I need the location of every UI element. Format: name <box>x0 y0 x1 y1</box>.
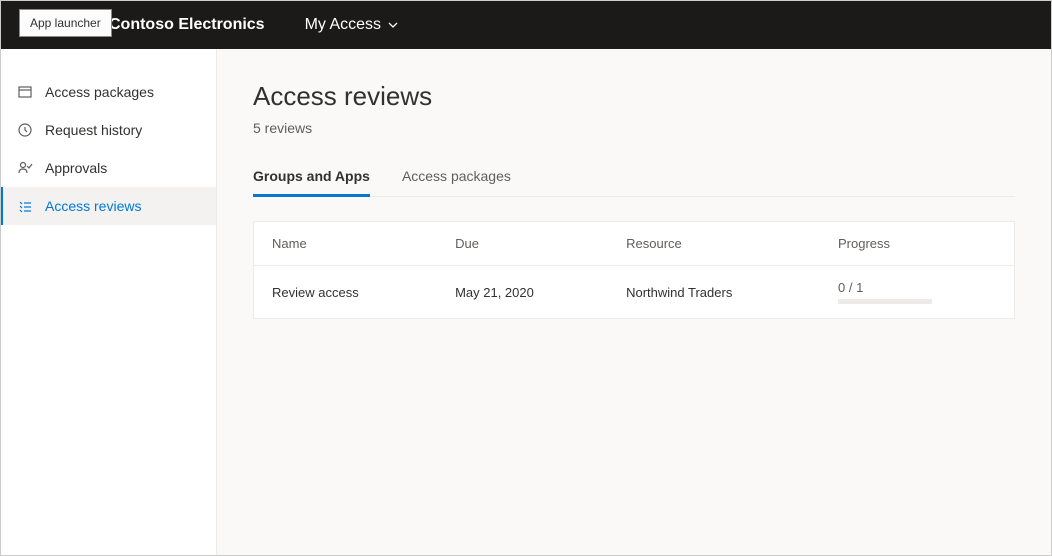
review-due: May 21, 2020 <box>437 266 608 319</box>
sidebar-item-access-reviews[interactable]: Access reviews <box>1 187 216 225</box>
col-resource[interactable]: Resource <box>608 222 820 266</box>
sidebar: Access packages Request history Approval… <box>1 49 217 555</box>
progress-bar <box>838 299 932 304</box>
app-launcher-tooltip: App launcher <box>19 9 112 37</box>
sidebar-item-approvals[interactable]: Approvals <box>1 149 216 187</box>
my-access-dropdown[interactable]: My Access <box>305 16 399 34</box>
review-resource: Northwind Traders <box>608 266 820 319</box>
page-title: Access reviews <box>253 81 1015 112</box>
history-icon <box>17 122 33 138</box>
reviews-table: Name Due Resource Progress Review access… <box>253 221 1015 319</box>
sidebar-item-request-history[interactable]: Request history <box>1 111 216 149</box>
col-name[interactable]: Name <box>254 222 438 266</box>
sidebar-item-access-packages[interactable]: Access packages <box>1 73 216 111</box>
col-progress[interactable]: Progress <box>820 222 1014 266</box>
sidebar-item-label: Request history <box>45 122 142 138</box>
col-due[interactable]: Due <box>437 222 608 266</box>
tab-access-packages[interactable]: Access packages <box>402 168 511 196</box>
app-header: App launcher Contoso Electronics My Acce… <box>1 1 1051 49</box>
sidebar-item-label: Approvals <box>45 160 107 176</box>
table-header-row: Name Due Resource Progress <box>254 222 1015 266</box>
review-progress-cell: 0 / 1 <box>820 266 1014 319</box>
main-content: Access reviews 5 reviews Groups and Apps… <box>217 49 1051 555</box>
tab-groups-and-apps[interactable]: Groups and Apps <box>253 168 370 197</box>
table-row: Review access May 21, 2020 Northwind Tra… <box>254 266 1015 319</box>
review-name-link[interactable]: Review access <box>254 266 438 319</box>
sidebar-item-label: Access reviews <box>45 198 141 214</box>
sidebar-item-label: Access packages <box>45 84 154 100</box>
tabs: Groups and Apps Access packages <box>253 168 1015 197</box>
package-icon <box>17 84 33 100</box>
nav-label: My Access <box>305 16 381 34</box>
progress-text: 0 / 1 <box>838 280 996 295</box>
reviews-icon <box>17 198 33 214</box>
page-subtitle: 5 reviews <box>253 120 1015 136</box>
org-name: Contoso Electronics <box>109 16 265 34</box>
chevron-down-icon <box>387 19 399 31</box>
approvals-icon <box>17 160 33 176</box>
